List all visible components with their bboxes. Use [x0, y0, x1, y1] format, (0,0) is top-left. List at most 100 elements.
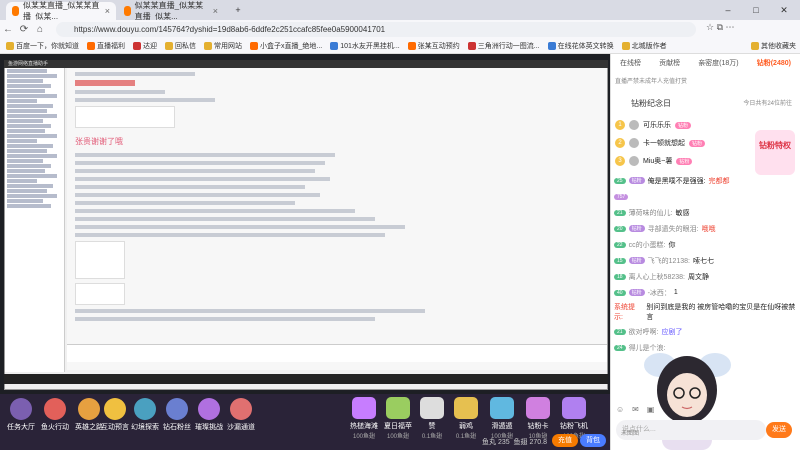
system-message: 系统提示: 别问到底是我的 被房管哈嘞的宝贝是在仙呀被禁言 — [614, 304, 796, 321]
douyu-icon — [12, 6, 19, 16]
folder-icon — [621, 42, 630, 50]
rank-title: 钻粉纪念日 — [631, 99, 671, 108]
card-icon — [526, 397, 550, 419]
bookmark-icon — [133, 42, 141, 50]
chicken-icon — [454, 397, 478, 419]
bookmark-item[interactable]: 在线花体英文转换 — [547, 41, 614, 51]
gift-item[interactable]: 夏日福苹 100鱼翅 — [380, 397, 416, 440]
back-icon[interactable]: ← — [0, 24, 16, 35]
stream-window-title: 鱼游网络直播助手 — [4, 60, 608, 68]
rank-row[interactable]: 3 Miu奥~薯 钻粉 — [615, 154, 745, 168]
browser-tab[interactable]: 似某某直播_似某某直播_似某... × — [118, 1, 224, 21]
gift-item[interactable]: 滑遁遁 100鱼翅 — [484, 397, 520, 440]
nav-dream-explore[interactable]: 幻境探索 — [128, 398, 162, 432]
charge-button[interactable]: 充值 — [552, 434, 578, 447]
stream-document: 张贵谢谢了哦 — [67, 68, 607, 370]
gift-item[interactable]: 钻粉卡 10鱼翅 — [520, 397, 556, 440]
rank-row[interactable]: 2 卡一顿就想起 钻粉 — [615, 136, 745, 150]
close-tab-icon[interactable]: × — [213, 6, 218, 16]
tab-intimacy[interactable]: 亲密度(18万) — [698, 58, 738, 74]
bookmark-item[interactable]: 小盒子x直播_绝地... — [250, 41, 322, 51]
rank-tabs: 在线榜 贡献榜 亲密度(18万) 钻粉(2480) — [611, 58, 800, 74]
gift-item[interactable]: 热槌海滩 100鱼翅 — [346, 397, 382, 440]
folder-icon — [751, 42, 759, 50]
chat-message: 25 钻粉 俺是黑噗不是强强: 完都都 — [614, 174, 799, 187]
browser-tab-active[interactable]: 似某某直播_似某某直播_似某... × — [6, 1, 116, 21]
chat-message: 21 薄荷味的仙儿: 敏感 — [614, 206, 799, 219]
diamond-icon — [166, 398, 188, 420]
close-window-icon[interactable]: ✕ — [772, 2, 796, 18]
nav-task-hall[interactable]: 任务大厅 — [4, 398, 38, 432]
bookmark-item[interactable]: 北城版作者 — [621, 41, 667, 51]
bookmark-item[interactable]: 张某互动预约 — [407, 41, 460, 51]
chat-message: 22 cc的小蛋糕: 你 — [614, 238, 799, 251]
bookmark-icon — [87, 42, 95, 50]
trophy-icon — [104, 398, 126, 420]
avatar — [629, 138, 639, 148]
diamond-fan-promo[interactable]: 钻粉特权 — [755, 130, 795, 175]
bookmarks-bar: 百度一下，你就知道 直播福利 达迎 回私信 常用网站 小盒子x直播_绝地... … — [0, 39, 800, 54]
avatar — [629, 156, 639, 166]
bookmark-item[interactable]: 三角洲行动一图流... — [467, 41, 540, 51]
plane-icon — [562, 397, 586, 419]
new-tab-icon[interactable]: + — [226, 2, 250, 18]
bookmark-item[interactable]: 达迎 — [133, 41, 157, 51]
gift-item[interactable]: 弱鸡 0.1鱼翅 — [448, 397, 484, 440]
chat-message: 20 钻粉 寻部遗失的眼泪: 哦哦 — [614, 222, 799, 235]
bookmark-icon — [407, 42, 416, 50]
address-bar[interactable]: https://www.douyu.com/145764?dyshid=19d8… — [56, 22, 696, 37]
tab-diamond-fans[interactable]: 钻粉(2480) — [757, 58, 791, 74]
bookmark-item[interactable]: 常用网站 — [204, 41, 242, 51]
bookmark-item[interactable]: 101水友开黑挂机... — [330, 41, 400, 51]
gift-tool-icon[interactable]: ✉ — [632, 405, 639, 417]
nav-hourglass[interactable]: 沙漏通道 — [224, 398, 258, 432]
extensions-icon[interactable]: ☆ ⧉ ⋯ — [706, 22, 735, 33]
douyu-icon — [124, 6, 131, 16]
avatar — [629, 120, 639, 130]
gift-item[interactable]: 赞 0.1鱼翅 — [414, 397, 450, 440]
wallet-balance: 鱼丸 235 鱼翅 270.8 — [482, 439, 547, 446]
send-button[interactable]: 发送 — [766, 422, 792, 438]
reload-icon[interactable]: ⟳ — [16, 24, 32, 35]
chat-message: 40 钻粉 -冰西： 1 — [614, 286, 799, 299]
minimize-icon[interactable]: – — [716, 2, 740, 18]
chat-message: 18 离人心上秋58238: 周文静 — [614, 270, 799, 283]
bookmark-item[interactable]: 百度一下，你就知道 — [6, 41, 79, 51]
chat-message: 757 — [614, 190, 799, 203]
dream-icon — [134, 398, 156, 420]
stream-file-tree — [5, 68, 65, 372]
folder-icon — [204, 42, 212, 50]
rank-more[interactable]: 今日共有24位前往 — [743, 96, 792, 112]
bookmark-item[interactable]: 直播福利 — [87, 41, 125, 51]
gift-icon — [352, 397, 376, 419]
rank-row[interactable]: 1 可乐乐乐 钻粉 — [615, 118, 745, 132]
bookmark-item[interactable]: 其他收藏夹 — [751, 41, 796, 51]
star-icon — [198, 398, 220, 420]
hero-icon — [78, 398, 100, 420]
bag-button[interactable]: 背包 — [580, 434, 606, 447]
nav-prediction[interactable]: 互动预言 — [98, 398, 132, 432]
nav-fire-action[interactable]: 鱼火行动 — [38, 398, 72, 432]
maximize-icon[interactable]: □ — [744, 2, 768, 18]
emoji-icon[interactable]: ☺ — [616, 405, 624, 417]
image-icon[interactable]: ▣ — [647, 405, 655, 417]
picture-button[interactable]: 未图图 — [621, 428, 641, 438]
chat-message: 15 钻粉 飞飞的12138: 嗦七七 — [614, 254, 799, 267]
close-tab-icon[interactable]: × — [105, 6, 110, 16]
bookmark-icon — [467, 42, 476, 50]
nav-diamond-fans[interactable]: 钻石粉丝 — [160, 398, 194, 432]
stream-taskbar — [4, 374, 608, 384]
stream-chat-toolbar — [67, 344, 607, 362]
notice-text: 直播严禁未成年人充值打赏 — [615, 79, 688, 85]
nav-challenge[interactable]: 璀璨挑战 — [192, 398, 226, 432]
tab-contribution[interactable]: 贡献榜 — [659, 58, 680, 74]
bookmark-icon — [547, 42, 556, 50]
folder-icon — [6, 42, 14, 50]
gift-icon — [386, 397, 410, 419]
tab-online[interactable]: 在线榜 — [620, 58, 641, 74]
rank-header: 钻粉纪念日 今日共有24位前往 — [611, 96, 800, 112]
home-icon[interactable]: ⌂ — [32, 24, 48, 35]
fire-icon — [44, 398, 66, 420]
gift-icon — [490, 397, 514, 419]
bookmark-item[interactable]: 回私信 — [165, 41, 196, 51]
